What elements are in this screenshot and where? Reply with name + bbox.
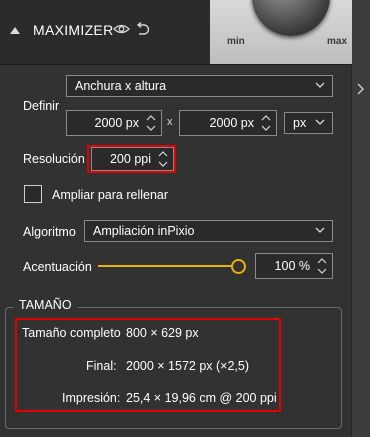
definir-label: Definir — [23, 99, 60, 113]
tamano-completo-value: 800 × 629 px — [126, 326, 199, 340]
acentuacion-stepper[interactable]: 100 % — [255, 253, 333, 279]
acentuacion-value: 100 % — [274, 259, 310, 273]
tamano-final-label: Final: — [86, 359, 117, 373]
ampliar-label: Ampliar para rellenar — [52, 188, 169, 202]
chevron-down-icon — [315, 227, 325, 233]
intensity-knob-area: min max — [210, 0, 352, 64]
acentuacion-slider-track[interactable] — [98, 265, 233, 267]
acentuacion-label: Acentuación — [23, 260, 92, 274]
resolucion-label: Resolución — [23, 152, 85, 166]
knob-max-label: max — [327, 36, 348, 47]
algoritmo-value: Ampliación inPixio — [93, 224, 195, 238]
chevron-down-icon — [315, 82, 325, 88]
chevron-right-icon[interactable] — [357, 83, 365, 95]
algoritmo-label: Algoritmo — [23, 225, 76, 239]
definir-mode-value: Anchura x altura — [75, 79, 167, 93]
times-sign: x — [167, 116, 173, 128]
reset-icon[interactable] — [135, 22, 150, 37]
unit-value: px — [293, 116, 307, 130]
maximizer-panel: MAXIMIZER min max Definir Anchura x altu… — [0, 0, 352, 437]
tamano-title: TAMAÑO — [13, 298, 78, 312]
definir-mode-select[interactable]: Anchura x altura — [66, 75, 333, 97]
knob-min-label: min — [227, 36, 245, 47]
unit-select[interactable]: px — [284, 112, 333, 134]
stepper-arrows-icon[interactable] — [260, 113, 272, 133]
eye-icon[interactable] — [113, 23, 130, 35]
stepper-arrows-icon[interactable] — [316, 256, 328, 276]
tamano-completo-label: Tamaño completo — [22, 326, 121, 340]
height-value: 2000 px — [209, 116, 254, 130]
tamano-impresion-value: 25,4 × 19,96 cm @ 200 ppi — [126, 391, 277, 405]
chevron-down-icon — [315, 119, 325, 125]
stepper-arrows-icon[interactable] — [145, 113, 157, 133]
width-value: 2000 px — [94, 116, 139, 130]
panel-title: MAXIMIZER — [33, 22, 114, 38]
panel-header: MAXIMIZER min max — [0, 0, 352, 65]
ampliar-checkbox[interactable] — [24, 185, 42, 203]
collapse-arrow-icon[interactable] — [10, 27, 20, 34]
tamano-final-value: 2000 × 1572 px (×2,5) — [126, 359, 250, 373]
acentuacion-slider-thumb[interactable] — [231, 259, 246, 274]
algoritmo-select[interactable]: Ampliación inPixio — [84, 220, 333, 242]
panel-divider — [351, 64, 352, 437]
intensity-knob[interactable] — [252, 0, 330, 36]
tamano-impresion-label: Impresión: — [62, 391, 121, 405]
resolucion-highlight — [87, 145, 176, 173]
height-stepper[interactable]: 2000 px — [179, 110, 277, 136]
width-stepper[interactable]: 2000 px — [66, 110, 162, 136]
